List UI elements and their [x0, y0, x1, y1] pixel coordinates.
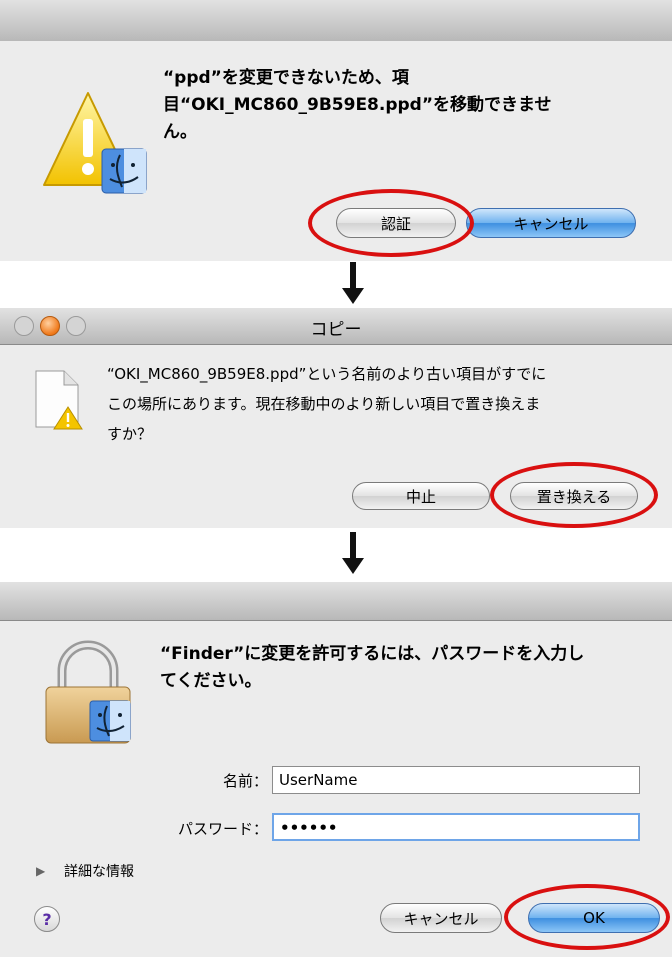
window-title: コピー [310, 320, 362, 340]
dialog2: “OKI_MC860_9B59E8.ppd”という名前のより古い項目がすでに こ… [0, 345, 672, 528]
dialog1-message-line: “ppd”を変更できないため、項 [163, 68, 409, 88]
highlight-ring [490, 462, 658, 528]
dialog1-message: “ppd”を変更できないため、項 目“OKI_MC860_9B59E8.ppd”… [163, 65, 653, 146]
warning-icon [43, 92, 147, 194]
stop-button[interactable]: 中止 [352, 482, 490, 510]
cancel-button-label: キャンセル [403, 909, 479, 928]
stop-button-label: 中止 [405, 487, 436, 506]
down-arrow-icon [342, 558, 364, 574]
dialog3-message-line: “Finder”に変更を許可するには、パスワードを入力し [160, 644, 585, 664]
name-field[interactable]: UserName [272, 766, 640, 794]
down-arrow-shaft [350, 532, 356, 560]
name-label: 名前： [222, 772, 268, 790]
password-label: パスワード： [177, 820, 268, 838]
dialog3-titlebar [0, 582, 672, 621]
down-arrow-shaft [350, 262, 356, 290]
details-label[interactable]: 詳細な情報 [64, 861, 134, 881]
dialog1-message-line: ん。 [163, 122, 197, 142]
document-warning-icon [35, 370, 83, 430]
help-icon: ? [42, 909, 52, 929]
cancel-button-label: キャンセル [513, 214, 589, 233]
dialog3: “Finder”に変更を許可するには、パスワードを入力し てください。 名前： … [0, 621, 672, 957]
dialog3-message-line: てください。 [160, 671, 262, 691]
cancel-button[interactable]: キャンセル [466, 208, 636, 238]
dialog2-message-line: “OKI_MC860_9B59E8.ppd”という名前のより古い項目がすでに [107, 365, 547, 383]
down-arrow-icon [342, 288, 364, 304]
help-button[interactable]: ? [34, 906, 60, 932]
disclosure-triangle-icon[interactable]: ▶ [36, 864, 45, 878]
highlight-ring [308, 189, 474, 257]
password-field[interactable]: •••••• [272, 813, 640, 841]
dialog2-titlebar: コピー [0, 308, 672, 345]
cancel-button[interactable]: キャンセル [380, 903, 502, 933]
dialog3-message: “Finder”に変更を許可するには、パスワードを入力し てください。 [160, 641, 660, 695]
lock-icon [45, 640, 131, 744]
dialog2-message-line: この場所にあります。現在移動中のより新しい項目で置き換えま [107, 395, 541, 413]
dialog1-message-line: 目“OKI_MC860_9B59E8.ppd”を移動できませ [163, 95, 552, 115]
highlight-ring [504, 884, 670, 950]
dialog1: “ppd”を変更できないため、項 目“OKI_MC860_9B59E8.ppd”… [0, 41, 672, 261]
dialog1-titlebar [0, 0, 672, 42]
dialog2-message: “OKI_MC860_9B59E8.ppd”という名前のより古い項目がすでに こ… [107, 359, 657, 449]
dialog2-message-line: すか？ [107, 425, 153, 443]
